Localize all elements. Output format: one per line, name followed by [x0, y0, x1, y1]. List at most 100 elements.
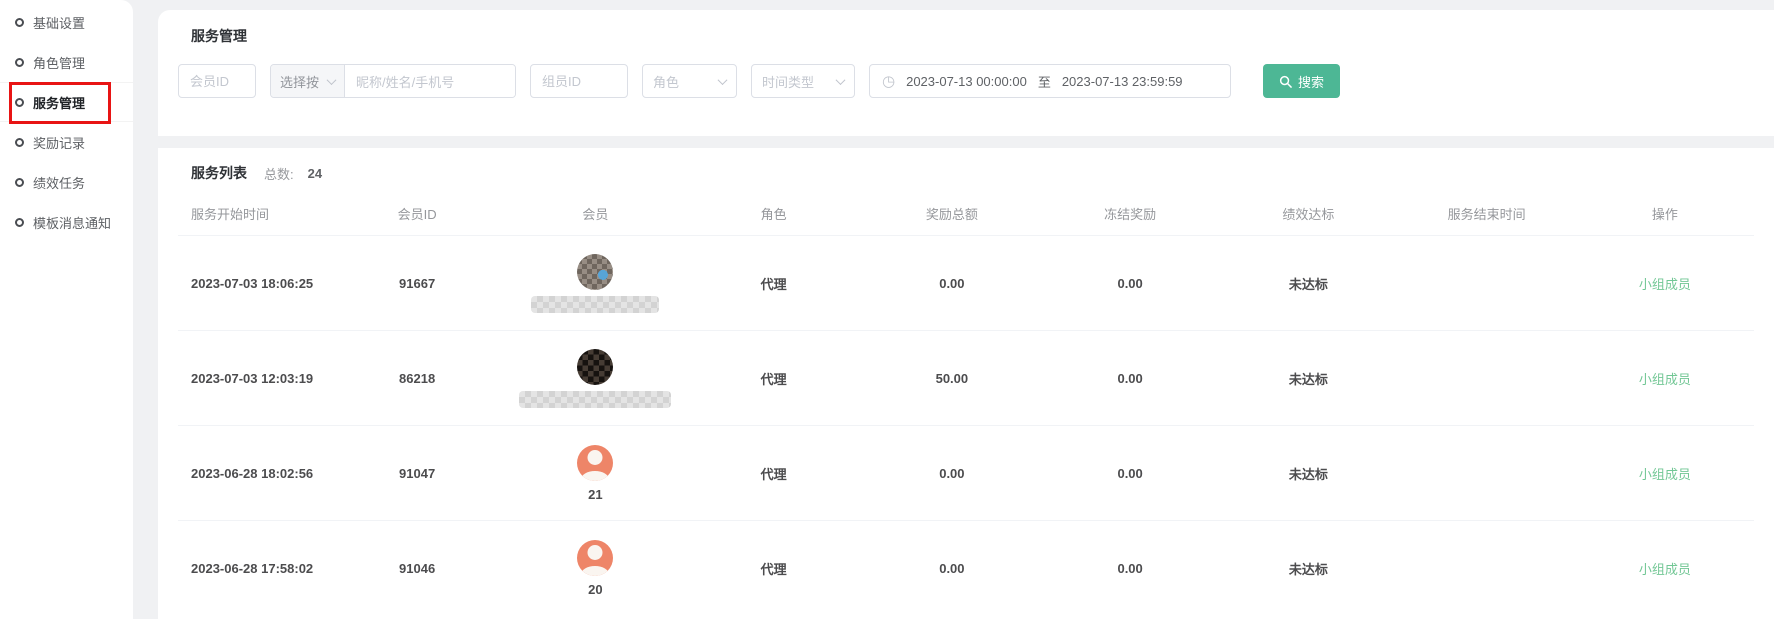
date-range-picker[interactable]: ◷ 2023-07-13 00:00:00 至 2023-07-13 23:59… — [869, 64, 1231, 98]
group-members-link[interactable]: 小组成员 — [1639, 467, 1691, 482]
cell-role: 代理 — [685, 274, 863, 293]
page-title: 服务管理 — [191, 26, 247, 46]
cell-actions: 小组成员 — [1576, 559, 1754, 578]
role-select[interactable]: 角色 — [642, 64, 737, 98]
member-name-blurred — [531, 296, 659, 313]
cell-member-id: 91047 — [328, 466, 506, 481]
filter-bar: 选择按 角色 时间类型 ◷ 2023-07-13 00:00:00 至 2023… — [178, 64, 1754, 98]
cell-frozen-reward: 0.00 — [1041, 371, 1219, 386]
cell-reward-total: 0.00 — [863, 466, 1041, 481]
keyword-input[interactable] — [345, 65, 515, 98]
search-button[interactable]: 搜索 — [1263, 64, 1340, 98]
service-list-panel: 服务列表 总数: 24 服务开始时间 会员ID 会员 角色 奖励总额 冻结奖励 … — [158, 148, 1774, 619]
cell-performance: 未达标 — [1219, 369, 1397, 388]
cell-role: 代理 — [685, 369, 863, 388]
col-reward-total: 奖励总额 — [863, 204, 1041, 223]
sidebar-item-label: 模板消息通知 — [33, 213, 111, 232]
total-label: 总数: — [264, 164, 294, 183]
cell-actions: 小组成员 — [1576, 369, 1754, 388]
role-select-placeholder: 角色 — [653, 72, 679, 91]
cell-frozen-reward: 0.00 — [1041, 276, 1219, 291]
chevron-down-icon — [718, 75, 728, 85]
sidebar-item-basic-settings[interactable]: 基础设置 — [0, 2, 133, 42]
col-role: 角色 — [685, 204, 863, 223]
date-range-end: 2023-07-13 23:59:59 — [1062, 74, 1183, 89]
cell-reward-total: 0.00 — [863, 561, 1041, 576]
col-member: 会员 — [506, 204, 684, 223]
table-row: 2023-06-28 18:02:56 91047 21 代理 0.00 0.0… — [178, 425, 1754, 520]
member-id-input[interactable] — [178, 64, 256, 98]
radio-circle-icon — [15, 138, 24, 147]
list-title-row: 服务列表 总数: 24 — [158, 163, 1774, 183]
radio-circle-icon — [15, 58, 24, 67]
cell-frozen-reward: 0.00 — [1041, 561, 1219, 576]
title-accent-bar — [178, 29, 182, 44]
sidebar-item-performance-tasks[interactable]: 绩效任务 — [0, 162, 133, 202]
radio-circle-icon — [15, 18, 24, 27]
col-end-time: 服务结束时间 — [1398, 204, 1576, 223]
radio-circle-icon — [15, 98, 24, 107]
cell-start-time: 2023-06-28 17:58:02 — [178, 561, 328, 576]
member-avatar-default-icon — [577, 445, 613, 481]
cell-reward-total: 50.00 — [863, 371, 1041, 386]
member-avatar-blurred — [577, 254, 613, 290]
cell-member-id: 86218 — [328, 371, 506, 386]
sidebar-item-template-message-notice[interactable]: 模板消息通知 — [0, 202, 133, 242]
member-name: 21 — [588, 487, 602, 502]
service-table: 服务开始时间 会员ID 会员 角色 奖励总额 冻结奖励 绩效达标 服务结束时间 … — [178, 191, 1754, 615]
cell-frozen-reward: 0.00 — [1041, 466, 1219, 481]
cell-member — [506, 349, 684, 408]
sidebar-item-role-management[interactable]: 角色管理 — [0, 42, 133, 82]
cell-member: 20 — [506, 540, 684, 597]
person-icon — [588, 545, 603, 560]
table-row: 2023-06-28 17:58:02 91046 20 代理 0.00 0.0… — [178, 520, 1754, 615]
cell-performance: 未达标 — [1219, 464, 1397, 483]
search-by-label: 选择按 — [280, 72, 319, 91]
chevron-down-icon — [836, 75, 846, 85]
cell-performance: 未达标 — [1219, 559, 1397, 578]
keyword-search-group: 选择按 — [270, 64, 516, 98]
cell-reward-total: 0.00 — [863, 276, 1041, 291]
search-by-select[interactable]: 选择按 — [271, 65, 345, 97]
member-avatar-blurred — [577, 349, 613, 385]
sidebar-item-label: 角色管理 — [33, 53, 85, 72]
cell-member-id: 91046 — [328, 561, 506, 576]
date-range-start: 2023-07-13 00:00:00 — [906, 74, 1027, 89]
total-count: 24 — [308, 166, 322, 181]
col-frozen-reward: 冻结奖励 — [1041, 204, 1219, 223]
time-type-placeholder: 时间类型 — [762, 72, 814, 91]
col-performance: 绩效达标 — [1219, 204, 1397, 223]
table-header-row: 服务开始时间 会员ID 会员 角色 奖励总额 冻结奖励 绩效达标 服务结束时间 … — [178, 191, 1754, 235]
member-name: 20 — [588, 582, 602, 597]
member-name-blurred — [519, 391, 671, 408]
cell-member: 21 — [506, 445, 684, 502]
member-avatar-default-icon — [577, 540, 613, 576]
group-member-id-input[interactable] — [530, 64, 628, 98]
sidebar-item-reward-records[interactable]: 奖励记录 — [0, 122, 133, 162]
time-type-select[interactable]: 时间类型 — [751, 64, 855, 98]
col-actions: 操作 — [1576, 204, 1754, 223]
cell-role: 代理 — [685, 464, 863, 483]
sidebar-item-label: 绩效任务 — [33, 173, 85, 192]
col-member-id: 会员ID — [328, 204, 506, 223]
service-management-filter-panel: 服务管理 选择按 角色 时间类型 ◷ 2023-07-13 — [158, 10, 1774, 136]
cell-member-id: 91667 — [328, 276, 506, 291]
radio-circle-icon — [15, 218, 24, 227]
radio-circle-icon — [15, 178, 24, 187]
person-icon — [588, 450, 603, 465]
cell-start-time: 2023-07-03 12:03:19 — [178, 371, 328, 386]
group-members-link[interactable]: 小组成员 — [1639, 562, 1691, 577]
sidebar-item-label: 服务管理 — [33, 93, 85, 112]
cell-start-time: 2023-07-03 18:06:25 — [178, 276, 328, 291]
title-accent-bar — [178, 166, 182, 181]
clock-icon: ◷ — [882, 74, 895, 89]
cell-member — [506, 254, 684, 313]
group-members-link[interactable]: 小组成员 — [1639, 372, 1691, 387]
sidebar-item-label: 基础设置 — [33, 13, 85, 32]
cell-performance: 未达标 — [1219, 274, 1397, 293]
cell-actions: 小组成员 — [1576, 274, 1754, 293]
sidebar-item-label: 奖励记录 — [33, 133, 85, 152]
search-icon — [1279, 75, 1292, 88]
group-members-link[interactable]: 小组成员 — [1639, 277, 1691, 292]
sidebar-item-service-management[interactable]: 服务管理 — [0, 83, 133, 121]
